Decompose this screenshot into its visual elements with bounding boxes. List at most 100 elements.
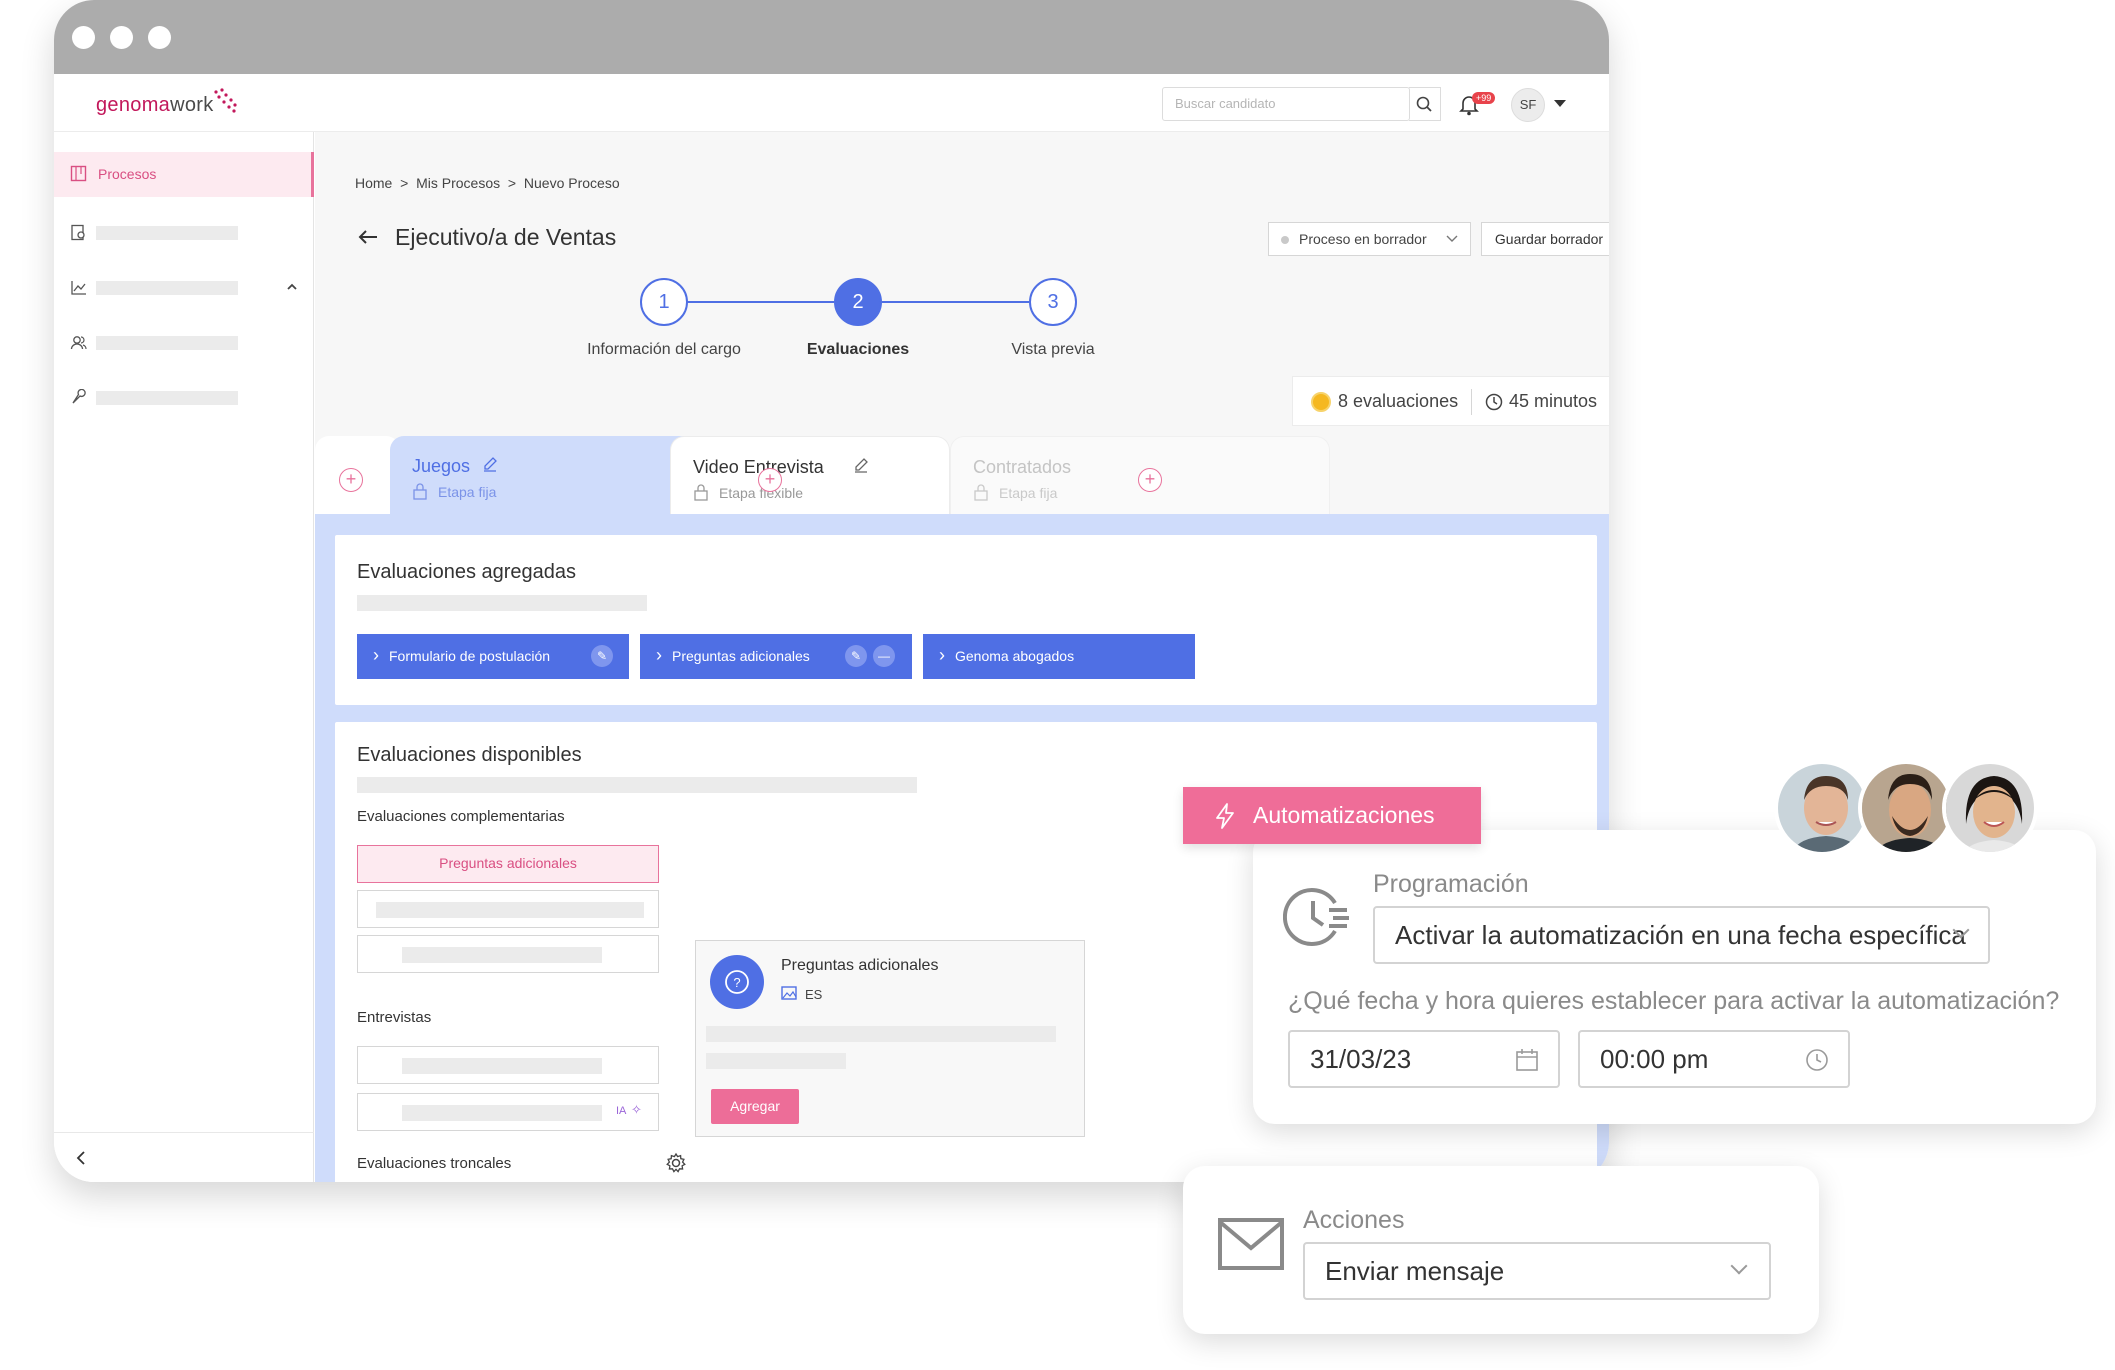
step-1[interactable]: 1 [640, 278, 688, 326]
sidebar-item-placeholder[interactable] [96, 391, 238, 405]
date-input-value: 31/03/23 [1310, 1044, 1412, 1074]
text-placeholder [402, 1105, 602, 1121]
question-icon: ? [710, 955, 764, 1009]
action-select[interactable]: Enviar mensaje [1303, 1242, 1771, 1300]
arrow-left-icon[interactable] [357, 228, 379, 246]
chevron-down-icon [1446, 235, 1458, 242]
logo-text-genoma: genoma [96, 94, 171, 116]
automations-button[interactable]: Automatizaciones [1183, 787, 1481, 844]
search-input[interactable]: Buscar candidato [1162, 87, 1410, 121]
text-placeholder [357, 595, 647, 611]
added-evaluations-card: Evaluaciones agregadas Formulario de pos… [335, 535, 1597, 705]
stage-tab-video-entrevista[interactable]: Video Entrevista Etapa flexible [670, 436, 950, 516]
user-avatar[interactable]: SF [1511, 88, 1545, 122]
pencil-icon[interactable]: ✎ [591, 645, 613, 667]
logo-dots-icon [214, 88, 237, 113]
automations-button-label: Automatizaciones [1253, 802, 1435, 828]
users-icon[interactable] [70, 334, 87, 351]
coin-icon [1311, 392, 1331, 412]
step-2[interactable]: 2 [834, 278, 882, 326]
window-titlebar [54, 0, 1609, 74]
text-placeholder [376, 902, 644, 918]
add-stage-icon[interactable]: + [758, 468, 782, 492]
schedule-question: ¿Qué fecha y hora quieres establecer par… [1288, 987, 2060, 1015]
search-icon [1416, 96, 1432, 112]
lock-icon [413, 483, 427, 500]
chip-formulario-postulacion[interactable]: Formulario de postulación ✎ [357, 633, 629, 679]
user-menu-caret-icon[interactable] [1554, 100, 1566, 107]
page-title: Ejecutivo/a de Ventas [395, 224, 617, 250]
mail-icon [1218, 1218, 1284, 1270]
sidebar-item-procesos[interactable]: Procesos [54, 152, 314, 197]
lightning-icon [1216, 803, 1234, 829]
add-evaluation-button[interactable]: Agregar [711, 1089, 799, 1124]
scheduling-panel: Programación Activar la automatización e… [1253, 830, 2096, 1124]
text-placeholder [402, 1058, 602, 1074]
interview-option[interactable] [357, 1046, 659, 1084]
magic-wand-icon: ✧ [631, 1102, 642, 1117]
time-input-value: 00:00 pm [1600, 1044, 1709, 1074]
step-3[interactable]: 3 [1029, 278, 1077, 326]
text-placeholder [357, 777, 917, 793]
pencil-icon[interactable]: ✎ [845, 645, 867, 667]
clock-icon [1485, 393, 1503, 411]
evaluation-duration: 45 minutos [1509, 391, 1598, 411]
add-stage-icon[interactable]: + [1138, 468, 1162, 492]
step-3-label: Vista previa [1011, 341, 1095, 358]
time-input[interactable]: 00:00 pm [1578, 1030, 1850, 1088]
wrench-icon[interactable] [70, 389, 87, 406]
app-header: genomawork Buscar candidato +99 SF [54, 74, 1609, 132]
save-draft-button[interactable]: Guardar borrador [1481, 222, 1609, 256]
genomawork-logo[interactable]: genomawork [96, 94, 214, 117]
window-control-minimize[interactable] [110, 26, 133, 49]
gear-icon[interactable] [665, 1152, 687, 1174]
stage-tab-add-start: + [315, 436, 400, 516]
evaluation-option[interactable] [357, 890, 659, 928]
schedule-select-value: Activar la automatización en una fecha e… [1395, 920, 1966, 950]
line-chart-icon[interactable] [70, 279, 87, 296]
document-search-icon[interactable] [70, 224, 87, 241]
date-input[interactable]: 31/03/23 [1288, 1030, 1560, 1088]
trunk-heading: Evaluaciones troncales [357, 1155, 512, 1172]
sidebar-item-placeholder[interactable] [96, 336, 238, 350]
added-evaluations-heading: Evaluaciones agregadas [357, 561, 577, 583]
notification-badge: +99 [1472, 92, 1496, 104]
interview-option-ai[interactable]: IA ✧ [357, 1093, 659, 1131]
sidebar-item-placeholder[interactable] [96, 281, 238, 295]
pencil-icon[interactable] [853, 457, 869, 473]
evaluation-option[interactable] [357, 935, 659, 973]
search-button[interactable] [1409, 87, 1441, 121]
process-status-value: Proceso en borrador [1299, 231, 1427, 247]
clock-icon[interactable] [1805, 1048, 1829, 1072]
breadcrumb-separator: > [400, 175, 409, 191]
add-stage-icon[interactable]: + [339, 468, 363, 492]
stage-tab-title: Juegos [412, 456, 471, 476]
logo-text-work: work [170, 94, 214, 116]
stepper-line [687, 301, 834, 303]
breadcrumb: Home > Mis Procesos > Nuevo Proceso [355, 175, 620, 191]
breadcrumb-current: Nuevo Proceso [523, 175, 620, 191]
evaluation-option-selected[interactable]: Preguntas adicionales [357, 845, 659, 883]
breadcrumb-mis-procesos[interactable]: Mis Procesos [416, 175, 500, 191]
chip-genoma-abogados[interactable]: Genoma abogados [923, 633, 1195, 679]
breadcrumb-home[interactable]: Home [355, 175, 392, 191]
chevron-left-icon[interactable] [74, 1149, 88, 1167]
chevron-up-icon[interactable] [286, 282, 298, 292]
chip-label: Genoma abogados [955, 648, 1075, 664]
schedule-select[interactable]: Activar la automatización en una fecha e… [1373, 906, 1990, 964]
summary-divider [1471, 389, 1472, 415]
window-control-maximize[interactable] [148, 26, 171, 49]
chip-preguntas-adicionales[interactable]: Preguntas adicionales ✎ — [640, 633, 912, 679]
breadcrumb-separator: > [507, 175, 517, 191]
chevron-down-icon [1730, 1257, 1748, 1275]
pencil-icon[interactable] [482, 456, 498, 472]
candidate-avatar [1858, 760, 1954, 856]
sidebar-divider [54, 1132, 314, 1133]
remove-icon[interactable]: — [873, 645, 895, 667]
window-control-close[interactable] [72, 26, 95, 49]
candidate-avatar [1774, 760, 1870, 856]
sidebar-item-placeholder[interactable] [96, 226, 238, 240]
calendar-icon[interactable] [1515, 1048, 1539, 1072]
process-status-select[interactable]: Proceso en borrador [1268, 222, 1471, 256]
text-placeholder [402, 947, 602, 963]
